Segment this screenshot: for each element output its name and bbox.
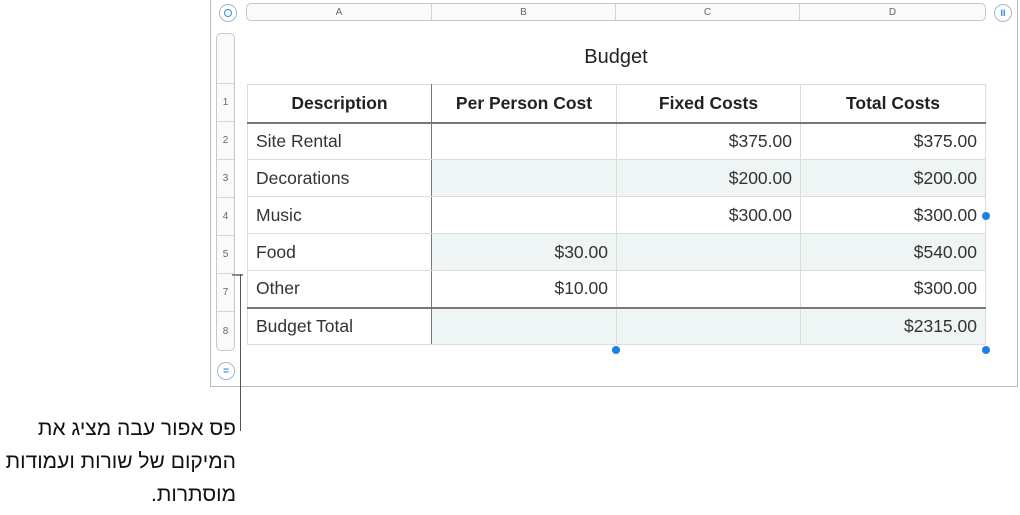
table-cell[interactable] bbox=[431, 306, 617, 345]
table-cell[interactable]: Food bbox=[247, 233, 432, 271]
table-cell[interactable]: $300.00 bbox=[616, 196, 801, 234]
column-resize-handle[interactable] bbox=[982, 212, 990, 220]
header-row: Description Per Person Cost Fixed Costs … bbox=[247, 84, 986, 124]
table-row: Decorations $200.00 $200.00 bbox=[247, 159, 986, 197]
table-cell[interactable] bbox=[431, 159, 617, 197]
hidden-row-indicator bbox=[232, 274, 243, 276]
table-cell[interactable]: $300.00 bbox=[800, 196, 986, 234]
table-row: Food $30.00 $540.00 bbox=[247, 233, 986, 271]
table-cell[interactable] bbox=[616, 270, 801, 308]
column-handle-button[interactable]: II bbox=[994, 4, 1012, 22]
callout-leader-line bbox=[240, 274, 241, 431]
table-cell[interactable]: $540.00 bbox=[800, 233, 986, 271]
table-cell[interactable] bbox=[616, 306, 801, 345]
column-header-c[interactable]: C bbox=[616, 4, 800, 20]
row-header-2[interactable]: 2 bbox=[217, 122, 234, 160]
column-header-b[interactable]: B bbox=[432, 4, 616, 20]
budget-table[interactable]: Description Per Person Cost Fixed Costs … bbox=[247, 84, 986, 345]
footer-row: Budget Total $2315.00 bbox=[247, 306, 986, 345]
row-header-1[interactable]: 1 bbox=[217, 84, 234, 122]
table-cell[interactable]: Decorations bbox=[247, 159, 432, 197]
table-cell[interactable]: $300.00 bbox=[800, 270, 986, 308]
table-cell[interactable]: $375.00 bbox=[616, 122, 801, 160]
table-cell[interactable]: Site Rental bbox=[247, 122, 432, 160]
table-cell[interactable]: $200.00 bbox=[800, 159, 986, 197]
header-cell[interactable]: Per Person Cost bbox=[431, 84, 617, 124]
row-header-bar[interactable]: 1 2 3 4 5 7 8 bbox=[216, 33, 235, 351]
row-header-7[interactable]: 7 bbox=[217, 274, 234, 312]
table-cell[interactable]: $30.00 bbox=[431, 233, 617, 271]
row-header-5[interactable]: 5 bbox=[217, 236, 234, 274]
table-cell[interactable] bbox=[616, 233, 801, 271]
add-rows-button[interactable]: = bbox=[217, 362, 235, 380]
table-row: Other $10.00 $300.00 bbox=[247, 270, 986, 308]
table-cell[interactable]: Other bbox=[247, 270, 432, 308]
row-header-3[interactable]: 3 bbox=[217, 160, 234, 198]
column-header-d[interactable]: D bbox=[800, 4, 985, 20]
column-header-a[interactable]: A bbox=[247, 4, 432, 20]
table-cell[interactable]: $375.00 bbox=[800, 122, 986, 160]
row-resize-handle[interactable] bbox=[612, 346, 620, 354]
header-cell[interactable]: Description bbox=[247, 84, 432, 124]
callout-text: פס אפור עבה מציג את המיקום של שורות ועמו… bbox=[5, 417, 236, 506]
table-title[interactable]: Budget bbox=[246, 46, 986, 69]
table-cell[interactable] bbox=[431, 122, 617, 160]
table-cell[interactable]: Budget Total bbox=[247, 306, 432, 345]
table-cell[interactable]: $2315.00 bbox=[800, 306, 986, 345]
equals-icon: = bbox=[223, 365, 229, 377]
table-cell[interactable] bbox=[431, 196, 617, 234]
table-cell[interactable]: $10.00 bbox=[431, 270, 617, 308]
header-cell[interactable]: Fixed Costs bbox=[616, 84, 801, 124]
circle-ring-icon bbox=[224, 9, 232, 17]
row-header-title[interactable] bbox=[217, 34, 234, 84]
table-row: Site Rental $375.00 $375.00 bbox=[247, 122, 986, 160]
table-cell[interactable]: Music bbox=[247, 196, 432, 234]
row-header-4[interactable]: 4 bbox=[217, 198, 234, 236]
column-header-bar[interactable]: A B C D bbox=[246, 3, 986, 21]
table-cell[interactable]: $200.00 bbox=[616, 159, 801, 197]
row-header-8[interactable]: 8 bbox=[217, 312, 234, 350]
table-select-button[interactable] bbox=[219, 4, 237, 22]
table-resize-handle[interactable] bbox=[982, 346, 990, 354]
header-cell[interactable]: Total Costs bbox=[800, 84, 986, 124]
table-row: Music $300.00 $300.00 bbox=[247, 196, 986, 234]
pause-bars-icon: II bbox=[1000, 8, 1006, 18]
